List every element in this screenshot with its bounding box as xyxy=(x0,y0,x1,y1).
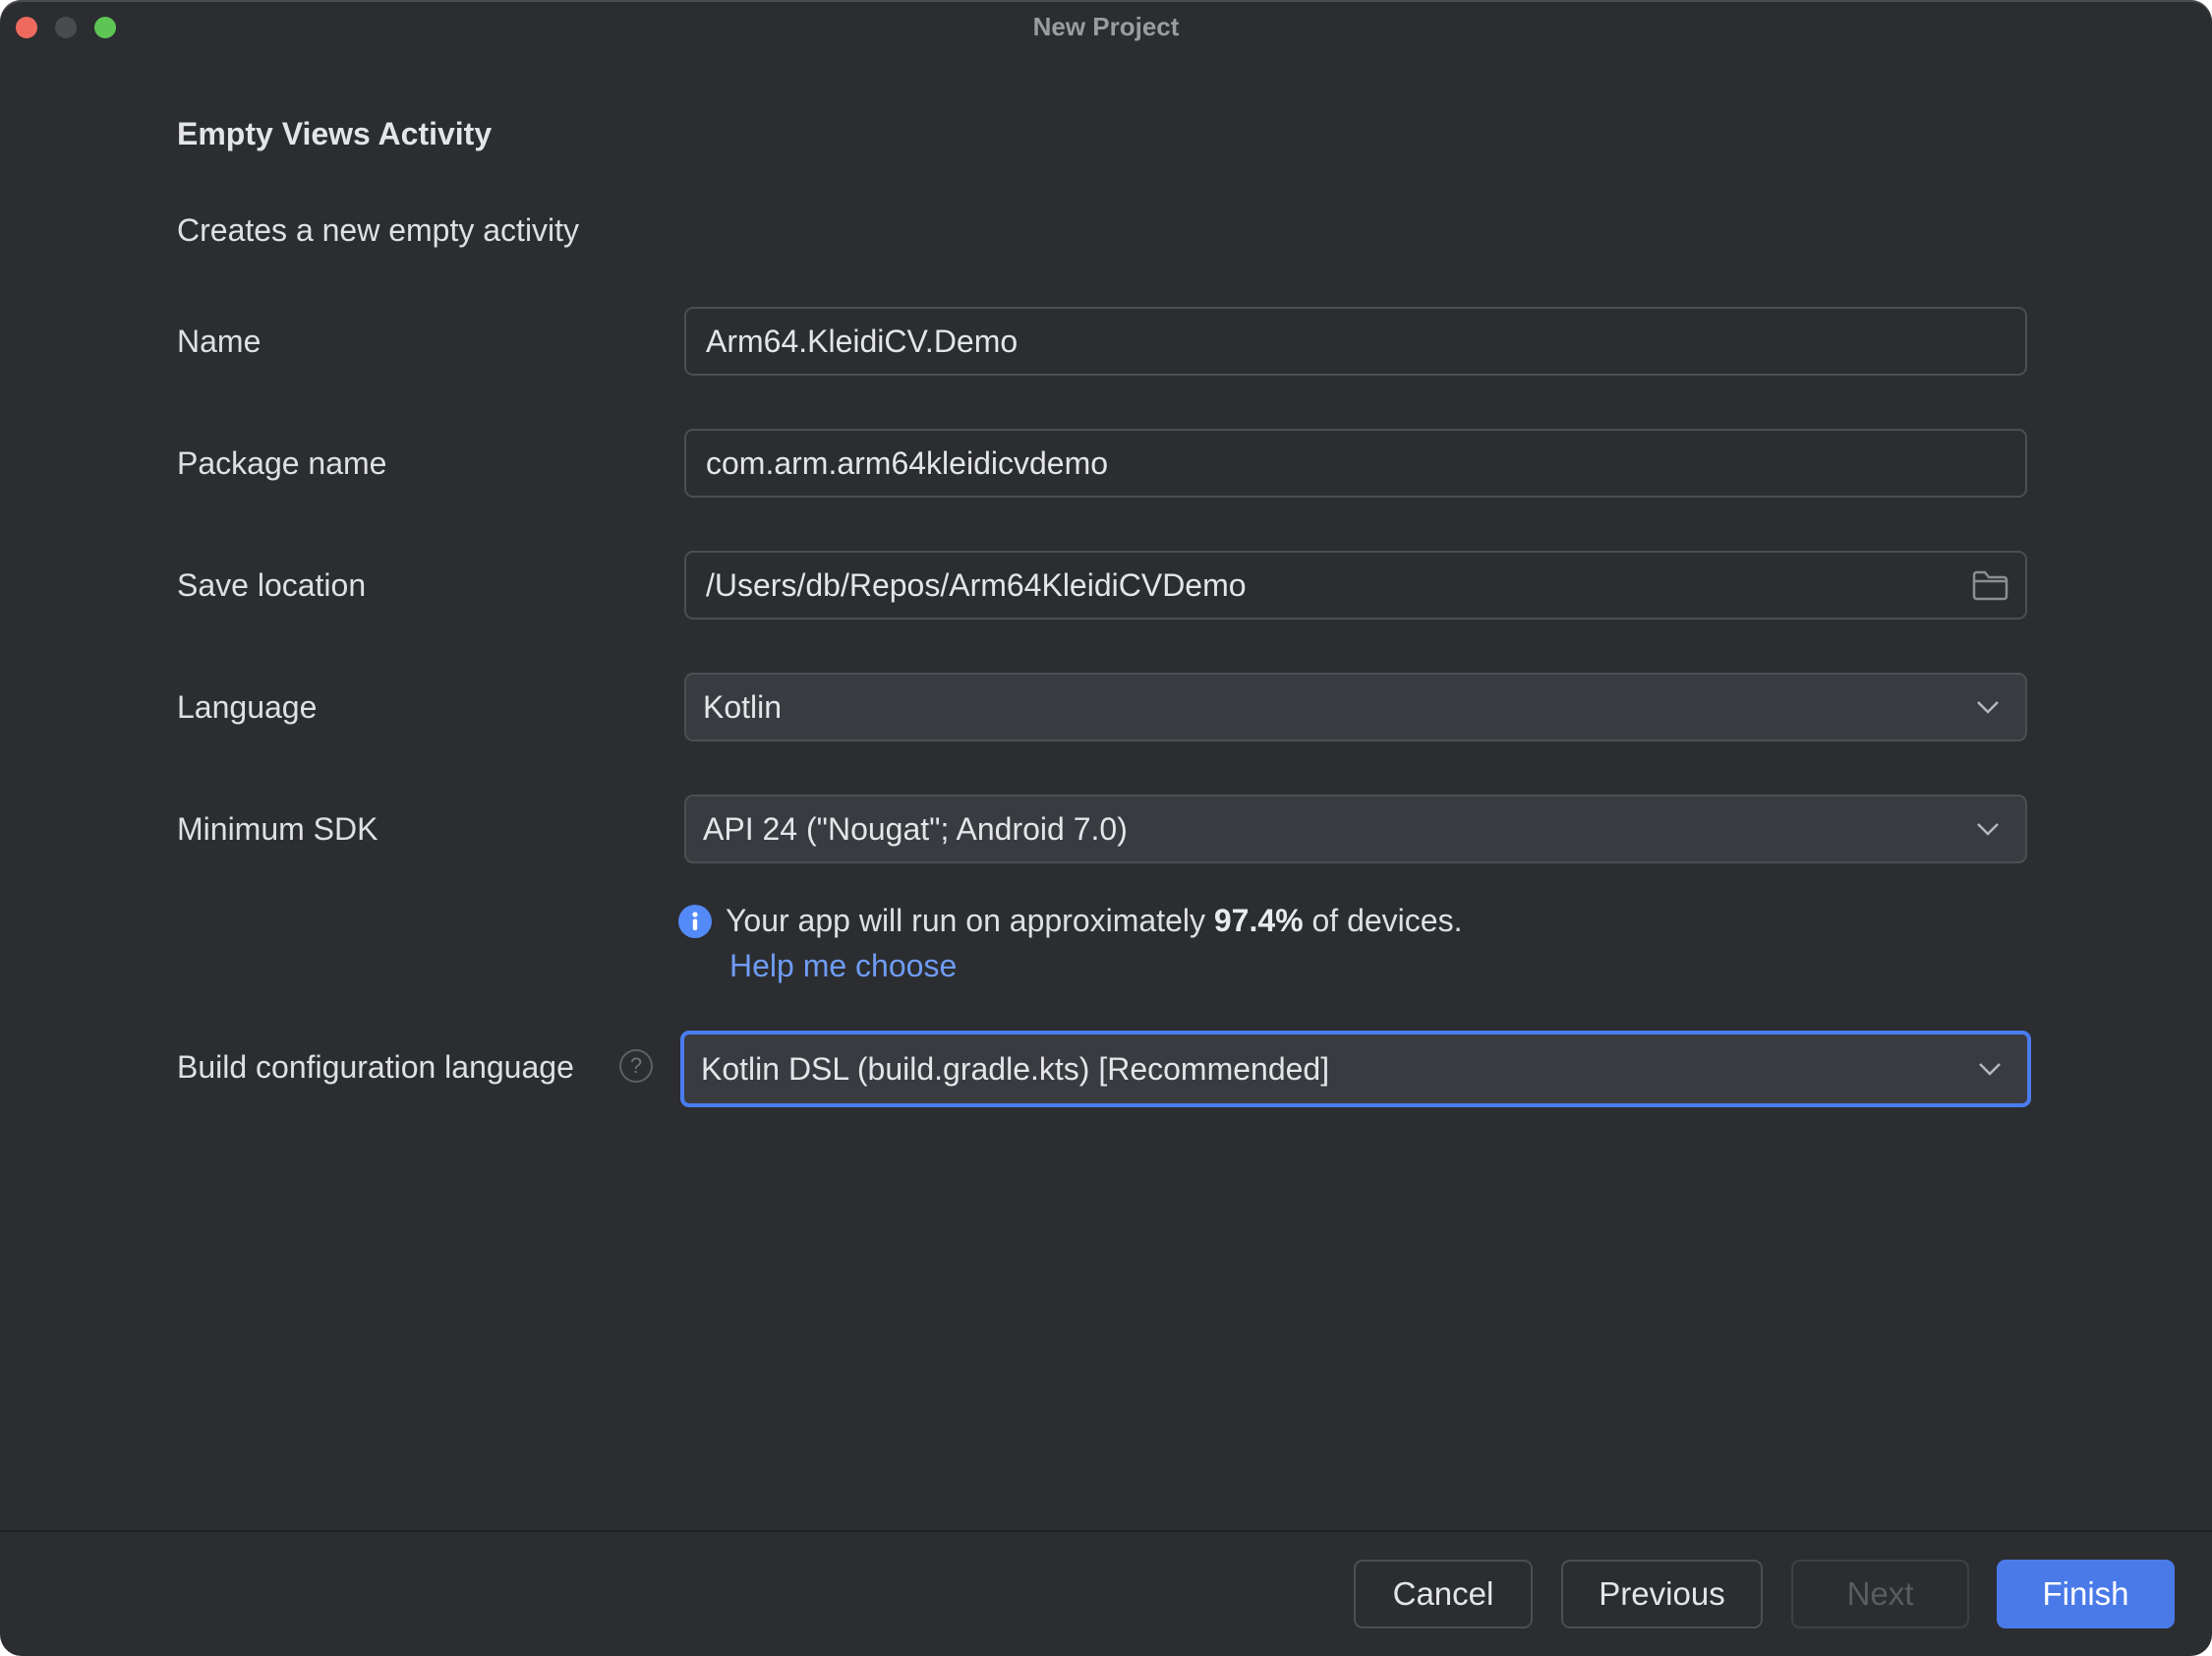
name-value: Arm64.KleidiCV.Demo xyxy=(706,323,1019,359)
window-title: New Project xyxy=(1032,12,1180,41)
footer-divider xyxy=(0,1530,2212,1532)
chevron-down-icon xyxy=(1958,675,2017,739)
sdk-info-prefix: Your app will run on approximately xyxy=(726,903,1214,938)
question-icon[interactable]: ? xyxy=(619,1049,653,1083)
chevron-down-icon xyxy=(1958,797,2017,861)
new-project-dialog: New Project Empty Views Activity Creates… xyxy=(0,0,2212,1656)
page-title: Empty Views Activity xyxy=(177,116,493,151)
language-dropdown[interactable]: Kotlin xyxy=(684,673,2027,741)
name-label: Name xyxy=(177,324,262,359)
page-description: Creates a new empty activity xyxy=(177,212,580,248)
name-field[interactable]: Arm64.KleidiCV.Demo xyxy=(684,307,2027,376)
previous-button[interactable]: Previous xyxy=(1561,1560,1763,1628)
sdk-coverage-info: Your app will run on approximately 97.4%… xyxy=(678,903,1462,939)
sdk-coverage-percentage: 97.4% xyxy=(1213,903,1304,938)
folder-icon[interactable] xyxy=(1960,553,2019,618)
build-config-language-dropdown[interactable]: Kotlin DSL (build.gradle.kts) [Recommend… xyxy=(680,1031,2031,1107)
info-icon xyxy=(678,904,712,938)
language-label: Language xyxy=(177,689,318,725)
minimum-sdk-dropdown[interactable]: API 24 ("Nougat"; Android 7.0) xyxy=(684,795,2027,863)
package-name-field[interactable]: com.arm.arm64kleidicvdemo xyxy=(684,429,2027,498)
language-selected: Kotlin xyxy=(703,688,783,725)
next-button[interactable]: Next xyxy=(1791,1560,1969,1628)
save-location-value: /Users/db/Repos/Arm64KleidiCVDemo xyxy=(706,566,1247,603)
save-location-label: Save location xyxy=(177,567,367,603)
finish-button[interactable]: Finish xyxy=(1997,1560,2175,1628)
cancel-button[interactable]: Cancel xyxy=(1354,1560,1533,1628)
help-me-choose-link[interactable]: Help me choose xyxy=(729,948,957,984)
title-bar: New Project xyxy=(0,0,2212,53)
chevron-down-icon xyxy=(1960,1035,2019,1103)
package-name-label: Package name xyxy=(177,445,387,481)
build-config-language-selected: Kotlin DSL (build.gradle.kts) [Recommend… xyxy=(701,1050,1330,1087)
sdk-info-suffix: of devices. xyxy=(1303,903,1463,938)
minimum-sdk-selected: API 24 ("Nougat"; Android 7.0) xyxy=(703,810,1128,847)
minimum-sdk-label: Minimum SDK xyxy=(177,811,378,847)
save-location-field[interactable]: /Users/db/Repos/Arm64KleidiCVDemo xyxy=(684,551,2027,620)
build-config-language-label: Build configuration language xyxy=(177,1049,574,1085)
package-name-value: com.arm.arm64kleidicvdemo xyxy=(706,444,1109,481)
